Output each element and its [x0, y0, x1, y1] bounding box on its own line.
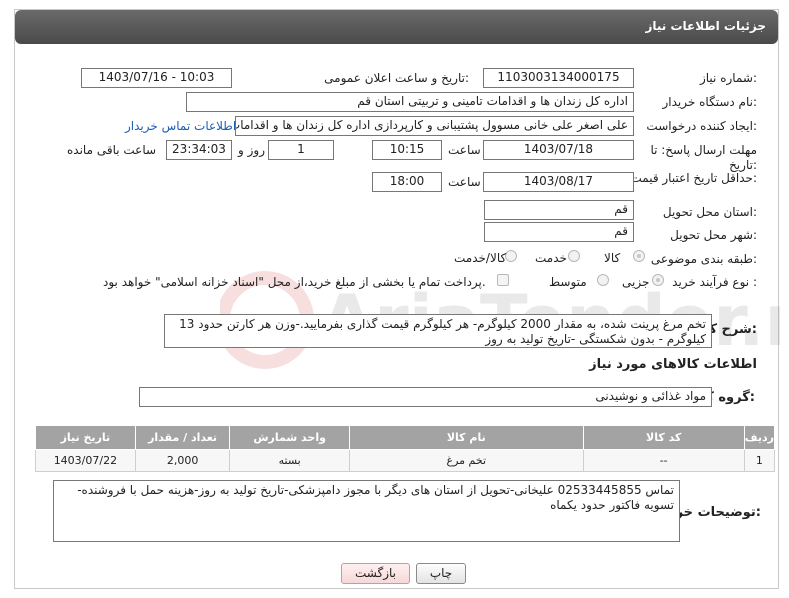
cell-item-code: -- — [582, 449, 745, 472]
process-option-minor: جزیی — [622, 275, 650, 289]
cell-item-name: تخم مرغ — [348, 449, 584, 472]
table-row: 1403/07/22 2,000 بسته تخم مرغ -- 1 — [35, 449, 776, 472]
process-option-medium: متوسط — [549, 275, 587, 289]
price-validity-date: 1403/08/17 — [483, 172, 634, 192]
col-header-row: ردیف — [743, 425, 776, 450]
reply-deadline-date: 1403/07/18 — [483, 140, 634, 160]
back-button[interactable]: بازگشت — [341, 563, 410, 584]
category-option-goods: کالا — [604, 251, 621, 265]
col-header-unit: واحد شمارش — [229, 425, 350, 450]
print-button[interactable]: چاپ — [416, 563, 466, 584]
page-title: جزئیات اطلاعات نیاز — [645, 19, 766, 33]
buyer-org-field: اداره کل زندان ها و اقدامات تامینی و ترب… — [186, 92, 634, 112]
category-radio-service[interactable] — [568, 250, 580, 262]
buyer-notes-text: تماس 02533445855 علیخانی-تحویل از استان … — [53, 480, 680, 542]
col-header-item-name: نام کالا — [348, 425, 584, 450]
category-label: طبقه بندی موضوعی: — [650, 252, 757, 266]
treasury-payment-note: پرداخت تمام یا بخشی از مبلغ خرید،از محل … — [103, 275, 486, 289]
delivery-city-field: قم — [484, 222, 634, 242]
requester-field: علی اصغر علی خانی مسوول پشتیبانی و کارپر… — [235, 116, 634, 136]
table-header-row: تاریخ نیاز تعداد / مقدار واحد شمارش نام … — [35, 425, 776, 450]
days-label: روز و — [238, 143, 265, 157]
process-radio-medium[interactable] — [597, 274, 609, 286]
buyer-org-label: نام دستگاه خریدار: — [662, 95, 758, 109]
price-validity-time: 18:00 — [372, 172, 442, 192]
goods-table: تاریخ نیاز تعداد / مقدار واحد شمارش نام … — [35, 425, 776, 472]
remaining-label: ساعت باقی مانده — [67, 143, 157, 157]
category-option-goods-service: کالا/خدمت — [454, 251, 507, 265]
reply-deadline-label: مهلت ارسال پاسخ: تا تاریخ: — [650, 143, 757, 172]
need-number-label: شماره نیاز: — [699, 71, 757, 85]
category-radio-goods-service[interactable] — [505, 250, 517, 262]
requester-label: ایجاد کننده درخواست: — [646, 119, 757, 133]
delivery-province-field: قم — [484, 200, 634, 220]
cell-need-date: 1403/07/22 — [35, 449, 136, 472]
validity-time-label: ساعت — [448, 175, 481, 189]
announce-datetime-field: 1403/07/16 - 10:03 — [81, 68, 232, 88]
col-header-item-code: کد کالا — [582, 425, 745, 450]
reply-days-field: 1 — [268, 140, 334, 160]
category-radio-goods[interactable] — [633, 250, 645, 262]
cell-quantity: 2,000 — [134, 449, 231, 472]
col-header-need-date: تاریخ نیاز — [35, 425, 136, 450]
header-bar: جزئیات اطلاعات نیاز — [15, 10, 778, 44]
reply-deadline-time: 10:15 — [372, 140, 442, 160]
remaining-time-field: 23:34:03 — [166, 140, 232, 160]
cell-row: 1 — [743, 449, 776, 472]
buyer-contact-link[interactable]: اطلاعات تماس خریدار — [125, 119, 236, 133]
goods-group-field: مواد غذائی و نوشیدنی — [139, 387, 712, 407]
cell-unit: بسته — [229, 449, 350, 472]
col-header-quantity: تعداد / مقدار — [134, 425, 231, 450]
need-number-field: 1103003134000175 — [483, 68, 634, 88]
delivery-province-label: استان محل تحویل: — [662, 205, 757, 219]
category-option-service: خدمت — [535, 251, 567, 265]
description-text: تخم مرغ پرینت شده، به مقدار 2000 کیلوگرم… — [164, 314, 712, 348]
treasury-payment-checkbox[interactable] — [497, 274, 509, 286]
goods-section-title: اطلاعات کالاهای مورد نیاز — [589, 357, 757, 372]
process-type-label: نوع فرآیند خرید : — [672, 275, 757, 289]
delivery-city-label: شهر محل تحویل: — [670, 228, 757, 242]
process-radio-minor[interactable] — [652, 274, 664, 286]
reply-time-label: ساعت — [448, 143, 481, 157]
announce-datetime-label: تاریخ و ساعت اعلان عمومی: — [324, 71, 469, 85]
